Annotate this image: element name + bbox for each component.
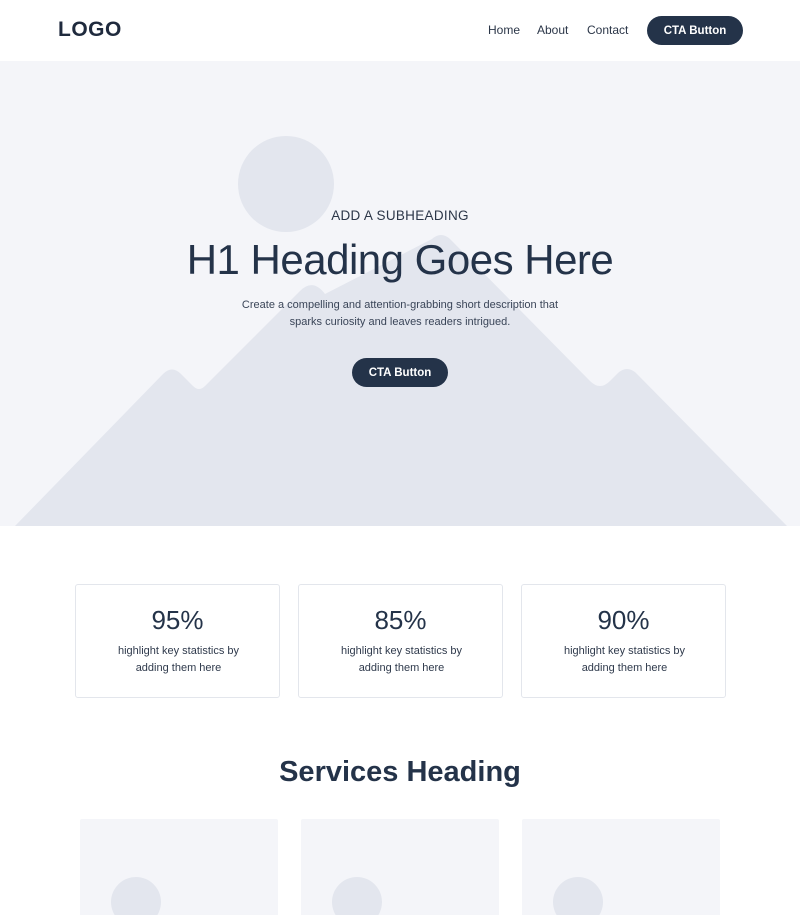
service-card[interactable]: [522, 819, 720, 915]
stat-value: 95%: [151, 605, 204, 635]
nav-link-home[interactable]: Home: [488, 23, 520, 37]
hero-subheading: ADD A SUBHEADING: [331, 208, 469, 223]
service-image-placeholder-icon: [111, 877, 161, 915]
stat-card: 85% highlight key statistics by adding t…: [298, 584, 503, 698]
stat-label: highlight key statistics by adding them …: [340, 645, 463, 674]
image-placeholder-icon: [15, 136, 787, 526]
stat-label: highlight key statistics by adding them …: [563, 645, 686, 674]
hero-title: H1 Heading Goes Here: [186, 236, 614, 283]
hero-description: Create a compelling and attention-grabbi…: [241, 299, 559, 328]
stat-value: 90%: [597, 605, 650, 635]
hero-section: ADD A SUBHEADING H1 Heading Goes Here Cr…: [0, 61, 800, 526]
services-heading: Services Heading: [279, 756, 521, 788]
nav-link-about[interactable]: About: [537, 23, 568, 37]
stat-value: 85%: [374, 605, 427, 635]
landing-page: LOGO Home About Contact CTA Button ADD A…: [0, 0, 800, 915]
service-card[interactable]: [80, 819, 278, 915]
service-card[interactable]: [301, 819, 499, 915]
hero-cta-button[interactable]: CTA Button: [352, 358, 448, 387]
service-image-placeholder-icon: [553, 877, 603, 915]
stat-card: 90% highlight key statistics by adding t…: [521, 584, 726, 698]
header-cta-button[interactable]: CTA Button: [647, 16, 743, 45]
nav-link-contact[interactable]: Contact: [587, 23, 628, 37]
stat-label: highlight key statistics by adding them …: [117, 645, 240, 674]
service-image-placeholder-icon: [332, 877, 382, 915]
site-header: LOGO Home About Contact CTA Button: [0, 0, 800, 61]
stat-card: 95% highlight key statistics by adding t…: [75, 584, 280, 698]
logo[interactable]: LOGO: [58, 18, 122, 42]
